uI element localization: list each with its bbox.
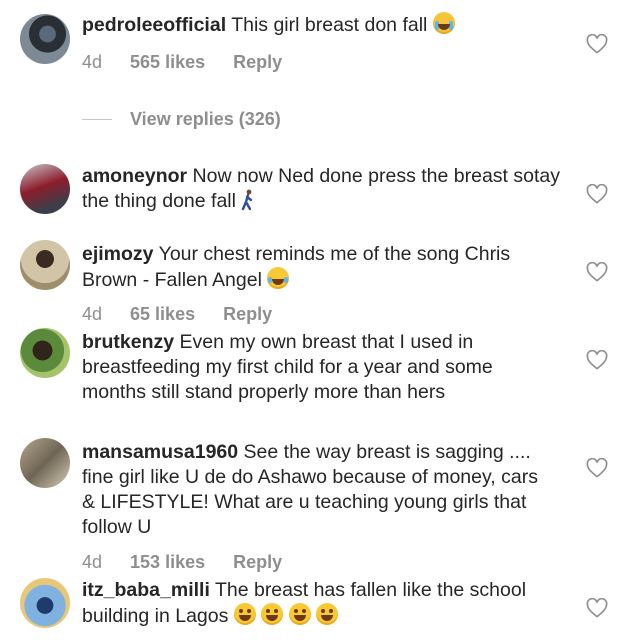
heart-outline-icon[interactable] — [586, 458, 608, 478]
comment-body: brutkenzy Even my own breast that I used… — [82, 330, 532, 405]
reply-button[interactable]: Reply — [233, 552, 282, 573]
heart-outline-icon[interactable] — [586, 262, 608, 282]
comment-username[interactable]: pedroleeofficial — [82, 14, 226, 36]
comment-likes[interactable]: 65 likes — [130, 304, 195, 325]
comment-likes[interactable]: 565 likes — [130, 52, 205, 73]
comment-body: amoneynor Now now Ned done press the bre… — [82, 164, 562, 214]
comment-time: 4d — [82, 304, 103, 324]
avatar[interactable] — [20, 164, 70, 214]
avatar[interactable] — [20, 578, 70, 628]
comment-username[interactable]: itz_baba_milli — [82, 579, 210, 601]
view-replies-label: View replies (326) — [130, 108, 281, 129]
heart-outline-icon[interactable] — [586, 598, 608, 618]
avatar[interactable] — [20, 328, 70, 378]
view-replies-divider — [82, 118, 112, 120]
comment-body: ejimozy Your chest reminds me of the son… — [82, 242, 562, 293]
grinning-face-icon — [316, 603, 339, 625]
grinning-face-icon — [288, 603, 311, 625]
walking-person-icon — [242, 189, 253, 211]
comment-username[interactable]: ejimozy — [82, 243, 154, 265]
avatar[interactable] — [20, 240, 70, 290]
reply-button[interactable]: Reply — [223, 304, 272, 325]
comment-time: 4d — [82, 552, 103, 572]
tears-of-joy-icon — [267, 267, 290, 289]
comment-username[interactable]: amoneynor — [82, 165, 187, 187]
comment-body: itz_baba_milli The breast has fallen lik… — [82, 578, 562, 629]
heart-outline-icon[interactable] — [586, 350, 608, 370]
heart-outline-icon[interactable] — [586, 34, 608, 54]
comment-text: This girl breast don fall — [231, 14, 428, 36]
grinning-face-icon — [261, 603, 284, 625]
crying-face-icon — [432, 12, 455, 34]
comment-username[interactable]: brutkenzy — [82, 331, 174, 353]
comment-username[interactable]: mansamusa1960 — [82, 441, 238, 463]
grinning-face-icon — [233, 603, 256, 625]
comment-body: mansamusa1960 See the way breast is sagg… — [82, 440, 542, 540]
avatar[interactable] — [20, 438, 70, 488]
comment-body: pedroleeofficial This girl breast don fa… — [82, 12, 562, 38]
avatar[interactable] — [20, 14, 70, 64]
view-replies-button[interactable]: View replies (326) — [82, 108, 281, 130]
comment-likes[interactable]: 153 likes — [130, 552, 205, 573]
reply-button[interactable]: Reply — [233, 52, 282, 73]
comment-time: 4d — [82, 52, 103, 72]
heart-outline-icon[interactable] — [586, 184, 608, 204]
comment-meta: 4d 65 likes Reply — [82, 304, 272, 325]
comment-meta: 4d 565 likes Reply — [82, 52, 282, 73]
comment-meta: 4d 153 likes Reply — [82, 552, 282, 573]
